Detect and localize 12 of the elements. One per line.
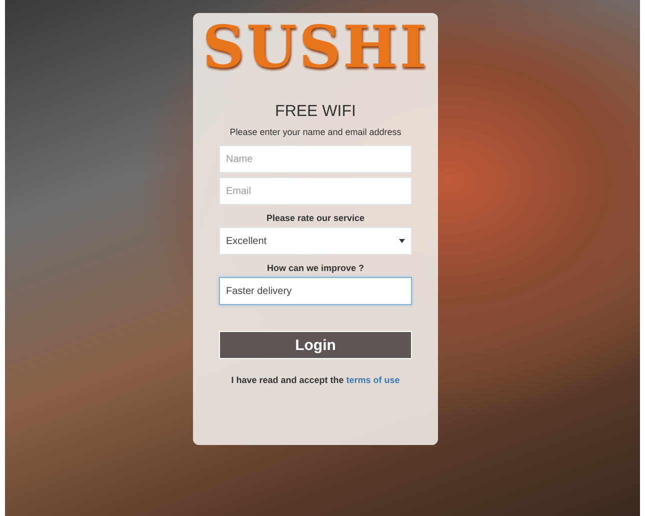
terms-text: I have read and accept the terms of use [231,375,400,385]
login-button[interactable]: Login [219,331,412,359]
form-title: FREE WIFI [275,103,356,121]
field-label: Please rate our service [266,213,365,223]
rating-dropdown[interactable]: Excellent [219,227,412,255]
logo: SUSHI [202,15,429,79]
input-field[interactable]: Name [219,145,412,173]
caret-icon [399,239,405,243]
input-field[interactable]: Email [219,177,412,205]
field-label: How can we improve ? [266,263,364,273]
improvement-field[interactable]: Faster delivery [219,277,412,305]
instructions-text: Please enter your name and email address [230,127,402,137]
